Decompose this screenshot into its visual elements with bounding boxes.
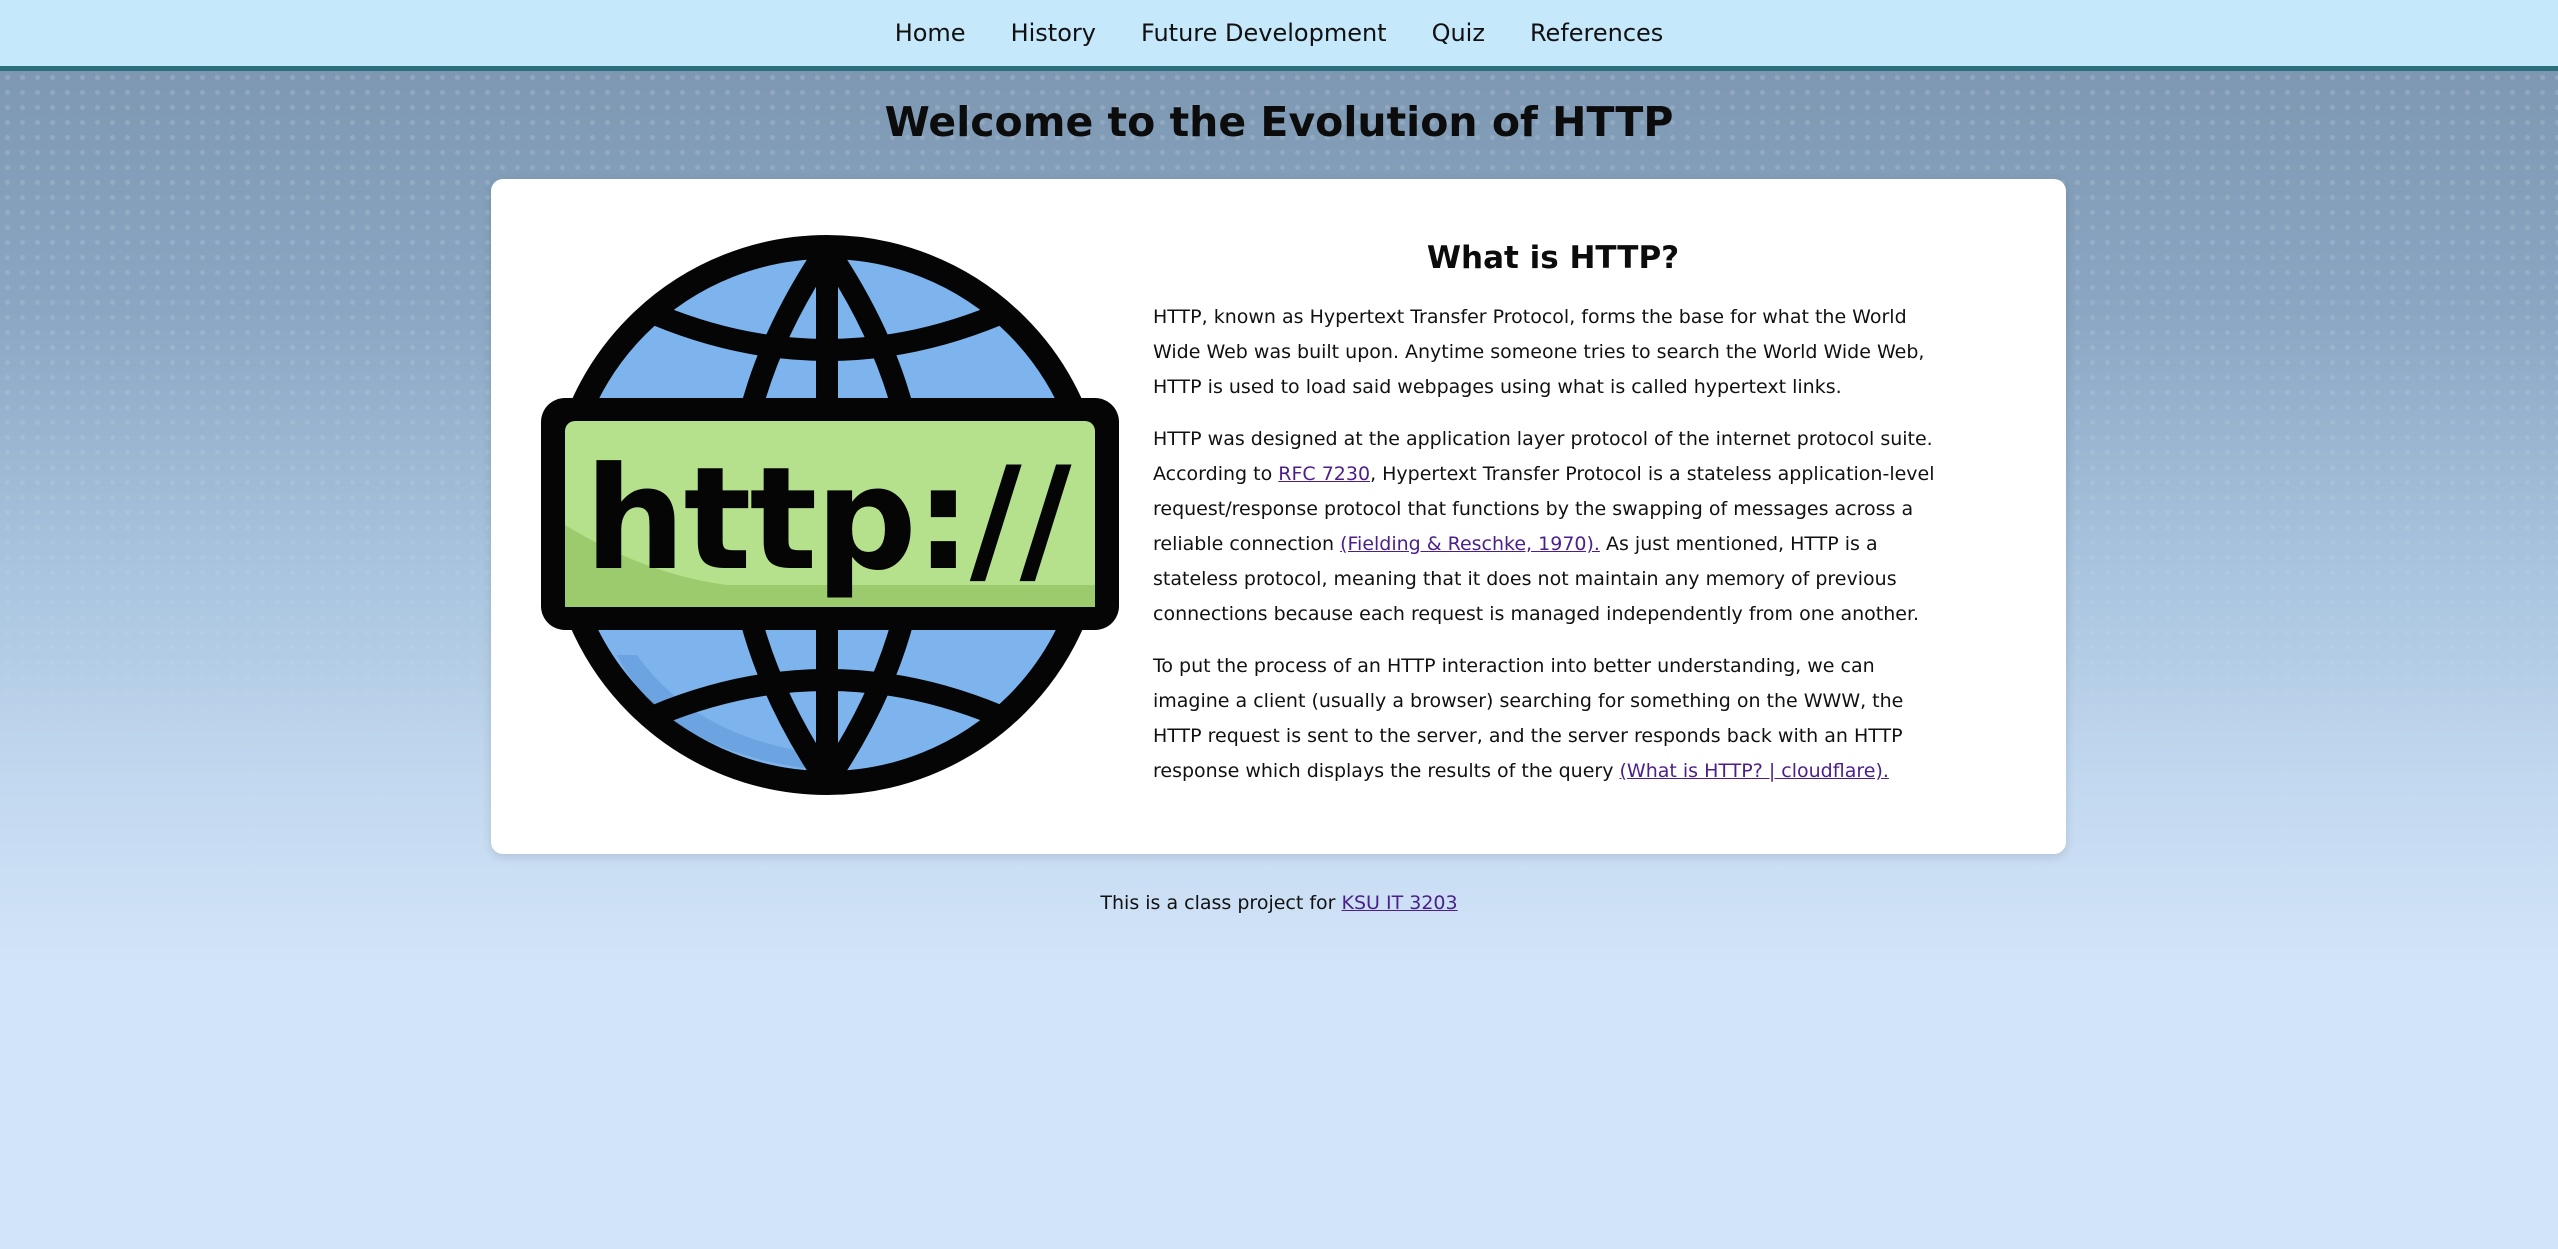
- footer-ksu-link[interactable]: KSU IT 3203: [1342, 892, 1458, 914]
- page-title: Welcome to the Evolution of HTTP: [884, 98, 1674, 146]
- content-card: http:// What is HTTP? HTTP, known as Hyp…: [491, 179, 2066, 854]
- http-globe-icon: http://: [541, 235, 1119, 795]
- nav-history[interactable]: History: [1011, 19, 1096, 47]
- nav-references[interactable]: References: [1530, 19, 1663, 47]
- section-heading: What is HTTP?: [1426, 240, 1680, 276]
- citation-cloudflare-link[interactable]: (What is HTTP? | cloudflare).: [1620, 760, 1889, 782]
- footer-text: This is a class project for: [1100, 892, 1342, 914]
- nav-future-development[interactable]: Future Development: [1141, 19, 1387, 47]
- footer: This is a class project for KSU IT 3203: [0, 892, 2558, 914]
- intro-section: What is HTTP? HTTP, known as Hypertext T…: [1153, 235, 1953, 806]
- citation-fielding-link[interactable]: (Fielding & Reschke, 1970).: [1340, 533, 1600, 555]
- rfc-7230-link[interactable]: RFC 7230: [1278, 463, 1370, 485]
- nav-quiz[interactable]: Quiz: [1432, 19, 1485, 47]
- paragraph-3: To put the process of an HTTP interactio…: [1153, 655, 1904, 782]
- top-navbar: Home History Future Development Quiz Ref…: [0, 0, 2558, 71]
- paragraph-2: HTTP was designed at the application lay…: [1153, 428, 1935, 625]
- paragraph-1: HTTP, known as Hypertext Transfer Protoc…: [1153, 306, 1925, 398]
- nav-home[interactable]: Home: [895, 19, 966, 47]
- logo-text: http://: [584, 437, 1071, 602]
